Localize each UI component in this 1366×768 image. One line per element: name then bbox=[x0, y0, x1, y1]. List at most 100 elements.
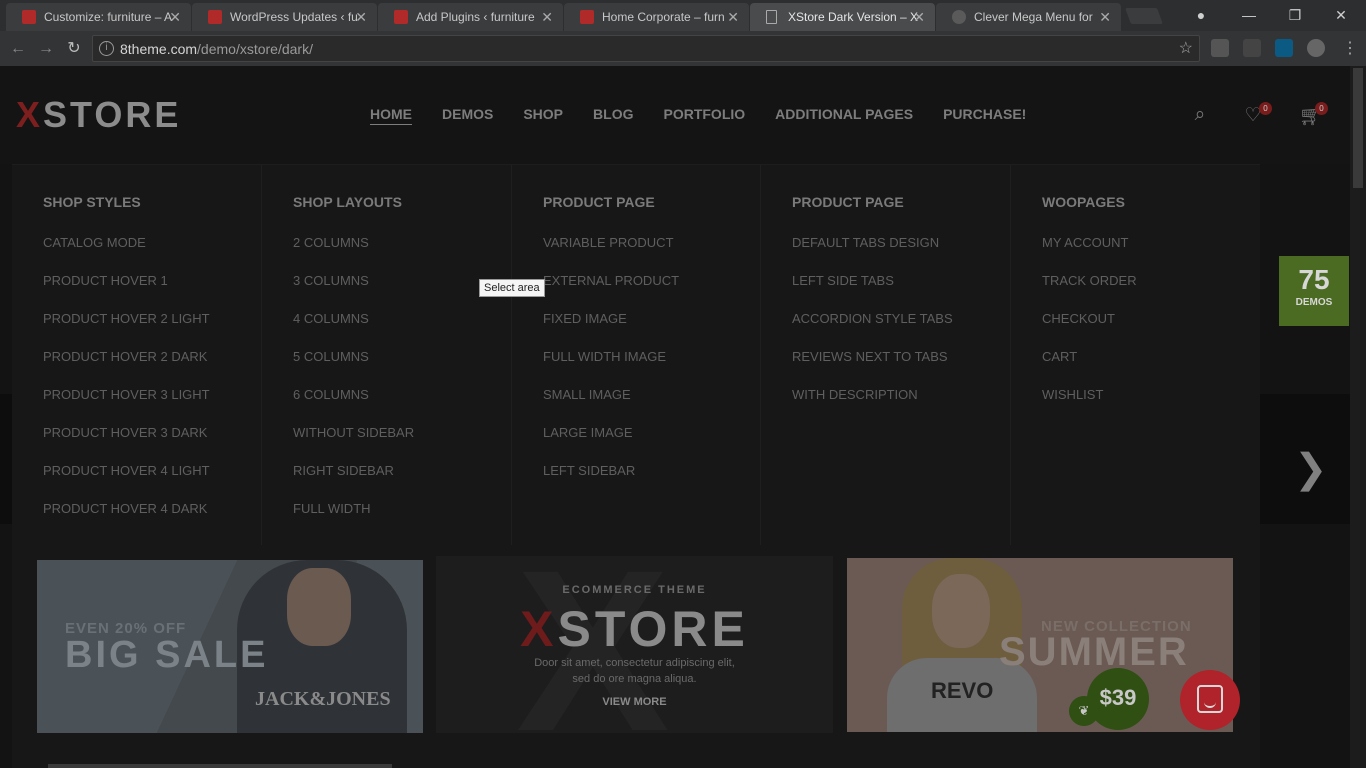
browser-toolbar: ← → ↻ i 8theme.com/demo/xstore/dark/ ☆ ⋮ bbox=[0, 31, 1366, 66]
linkedin-icon[interactable] bbox=[1275, 39, 1293, 57]
close-icon[interactable]: ✕ bbox=[355, 3, 367, 31]
tab-add-plugins[interactable]: Add Plugins ‹ furniture ✕ bbox=[378, 3, 563, 31]
scrollbar-thumb[interactable] bbox=[1353, 68, 1363, 188]
tab-title: XStore Dark Version – X bbox=[788, 10, 919, 24]
site-logo[interactable]: XSTORE bbox=[16, 94, 181, 136]
menu-item-catalog-mode[interactable]: CATALOG MODE bbox=[43, 235, 210, 273]
tab-xstore-dark[interactable]: XStore Dark Version – X ✕ bbox=[750, 3, 935, 31]
top-print: REVO bbox=[931, 678, 994, 703]
new-tab-button[interactable] bbox=[1125, 8, 1163, 24]
tab-home-corporate[interactable]: Home Corporate – furn ✕ bbox=[564, 3, 749, 31]
nav-home[interactable]: HOME bbox=[370, 106, 412, 125]
menu-item-full-width-image[interactable]: FULL WIDTH IMAGE bbox=[543, 349, 679, 387]
close-icon[interactable]: ✕ bbox=[913, 3, 925, 31]
demos-badge[interactable]: 75 DEMOS bbox=[1279, 256, 1349, 326]
menu-item-product-hover-1[interactable]: PRODUCT HOVER 1 bbox=[43, 273, 210, 311]
menu-item-checkout[interactable]: CHECKOUT bbox=[1042, 311, 1137, 349]
summer-title: SUMMER bbox=[999, 630, 1189, 674]
menu-item-2-columns[interactable]: 2 COLUMNS bbox=[293, 235, 414, 273]
back-icon[interactable]: ← bbox=[6, 37, 30, 61]
theme-brand: XSTORE bbox=[520, 601, 749, 657]
menu-icon[interactable]: ⋮ bbox=[1338, 37, 1362, 61]
menu-item-without-sidebar[interactable]: WITHOUT SIDEBAR bbox=[293, 425, 414, 463]
close-icon[interactable]: ✕ bbox=[1099, 3, 1111, 31]
demos-count: 75 bbox=[1298, 264, 1330, 295]
search-icon[interactable]: ⌕ bbox=[1188, 104, 1212, 128]
mega-menu-column-product-tabs: PRODUCT PAGE DEFAULT TABS DESIGN LEFT SI… bbox=[760, 165, 1010, 545]
chat-launcher-button[interactable] bbox=[1180, 670, 1240, 730]
info-icon[interactable]: i bbox=[99, 41, 114, 56]
menu-item-small-image[interactable]: SMALL IMAGE bbox=[543, 387, 679, 425]
close-icon[interactable]: ✕ bbox=[541, 3, 553, 31]
menu-item-3-columns[interactable]: 3 COLUMNS bbox=[293, 273, 414, 311]
menu-item-product-hover-4-dark[interactable]: PRODUCT HOVER 4 DARK bbox=[43, 501, 210, 539]
nav-additional-pages[interactable]: ADDITIONAL PAGES bbox=[775, 106, 913, 125]
mega-menu: SHOP STYLES CATALOG MODE PRODUCT HOVER 1… bbox=[12, 164, 1260, 768]
shirt-print: JACK&JONES bbox=[255, 688, 391, 710]
wordpress-icon[interactable] bbox=[1307, 39, 1325, 57]
site-favicon-icon bbox=[580, 10, 594, 24]
menu-item-product-hover-3-light[interactable]: PRODUCT HOVER 3 LIGHT bbox=[43, 387, 210, 425]
menu-item-track-order[interactable]: TRACK ORDER bbox=[1042, 273, 1137, 311]
xstore-theme-banner[interactable]: X ECOMMERCE THEME XSTORE Door sit amet, … bbox=[436, 556, 833, 733]
column-heading: SHOP LAYOUTS bbox=[293, 194, 402, 210]
menu-item-product-hover-2-dark[interactable]: PRODUCT HOVER 2 DARK bbox=[43, 349, 210, 387]
nav-portfolio[interactable]: PORTFOLIO bbox=[663, 106, 745, 125]
menu-item-with-description[interactable]: WITH DESCRIPTION bbox=[792, 387, 953, 425]
menu-item-accordion-style-tabs[interactable]: ACCORDION STYLE TABS bbox=[792, 311, 953, 349]
menu-item-4-columns[interactable]: 4 COLUMNS bbox=[293, 311, 414, 349]
menu-item-external-product[interactable]: EXTERNAL PRODUCT bbox=[543, 273, 679, 311]
window-close-icon[interactable]: ✕ bbox=[1318, 2, 1364, 28]
address-bar[interactable]: i 8theme.com/demo/xstore/dark/ ☆ bbox=[92, 35, 1200, 62]
menu-item-product-hover-3-dark[interactable]: PRODUCT HOVER 3 DARK bbox=[43, 425, 210, 463]
menu-item-product-hover-2-light[interactable]: PRODUCT HOVER 2 LIGHT bbox=[43, 311, 210, 349]
summer-collection-banner[interactable]: REVO NEW COLLECTION SUMMER $39 ❦ bbox=[847, 558, 1233, 732]
tab-title: Home Corporate – furn bbox=[602, 10, 725, 24]
menu-item-product-hover-4-light[interactable]: PRODUCT HOVER 4 LIGHT bbox=[43, 463, 210, 501]
tab-clever-mega-menu[interactable]: Clever Mega Menu for ✕ bbox=[936, 3, 1121, 31]
menu-item-my-account[interactable]: MY ACCOUNT bbox=[1042, 235, 1137, 273]
nav-purchase[interactable]: PURCHASE! bbox=[943, 106, 1026, 125]
close-icon[interactable]: ✕ bbox=[169, 3, 181, 31]
menu-item-right-sidebar[interactable]: RIGHT SIDEBAR bbox=[293, 463, 414, 501]
reload-icon[interactable]: ↻ bbox=[62, 37, 86, 61]
forward-icon[interactable]: → bbox=[34, 37, 58, 61]
nav-shop[interactable]: SHOP bbox=[523, 106, 563, 125]
menu-item-reviews-next-to-tabs[interactable]: REVIEWS NEXT TO TABS bbox=[792, 349, 953, 387]
tab-title: Clever Mega Menu for bbox=[974, 10, 1093, 24]
menu-item-variable-product[interactable]: VARIABLE PRODUCT bbox=[543, 235, 679, 273]
tab-title: WordPress Updates ‹ fu bbox=[230, 10, 358, 24]
restore-icon[interactable]: ❐ bbox=[1272, 2, 1318, 28]
menu-item-full-width[interactable]: FULL WIDTH bbox=[293, 501, 414, 539]
menu-item-fixed-image[interactable]: FIXED IMAGE bbox=[543, 311, 679, 349]
site-favicon-icon bbox=[208, 10, 222, 24]
menu-item-left-side-tabs[interactable]: LEFT SIDE TABS bbox=[792, 273, 953, 311]
bookmark-star-icon[interactable]: ☆ bbox=[1179, 38, 1193, 58]
extension-icon[interactable] bbox=[1243, 39, 1261, 57]
menu-item-left-sidebar[interactable]: LEFT SIDEBAR bbox=[543, 463, 679, 501]
menu-item-large-image[interactable]: LARGE IMAGE bbox=[543, 425, 679, 463]
tab-customize[interactable]: Customize: furniture – A ✕ bbox=[6, 3, 191, 31]
close-icon[interactable]: ✕ bbox=[727, 3, 739, 31]
menu-item-cart[interactable]: CART bbox=[1042, 349, 1137, 387]
url-text[interactable]: 8theme.com/demo/xstore/dark/ bbox=[120, 36, 313, 62]
view-more-link[interactable]: VIEW MORE bbox=[436, 696, 833, 708]
column-heading: WOOPAGES bbox=[1042, 194, 1125, 210]
menu-item-6-columns[interactable]: 6 COLUMNS bbox=[293, 387, 414, 425]
nav-demos[interactable]: DEMOS bbox=[442, 106, 493, 125]
big-sale-banner[interactable]: JACK&JONES EVEN 20% OFF BIG SALE bbox=[37, 560, 423, 733]
browser-tab-bar: Customize: furniture – A ✕ WordPress Upd… bbox=[0, 0, 1366, 31]
page-scrollbar[interactable] bbox=[1350, 66, 1366, 768]
profile-icon[interactable]: ● bbox=[1178, 2, 1224, 28]
menu-item-wishlist[interactable]: WISHLIST bbox=[1042, 387, 1137, 425]
select-area-tooltip: Select area bbox=[479, 279, 545, 297]
slider-next-arrow-icon[interactable]: ❯ bbox=[1294, 446, 1328, 492]
menu-item-default-tabs-design[interactable]: DEFAULT TABS DESIGN bbox=[792, 235, 953, 273]
minimize-icon[interactable]: — bbox=[1226, 2, 1272, 28]
price-badge: $39 bbox=[1087, 668, 1149, 730]
chat-icon bbox=[1197, 685, 1223, 713]
tab-wordpress-updates[interactable]: WordPress Updates ‹ fu ✕ bbox=[192, 3, 377, 31]
nav-blog[interactable]: BLOG bbox=[593, 106, 633, 125]
menu-item-5-columns[interactable]: 5 COLUMNS bbox=[293, 349, 414, 387]
extension-icon[interactable] bbox=[1211, 39, 1229, 57]
